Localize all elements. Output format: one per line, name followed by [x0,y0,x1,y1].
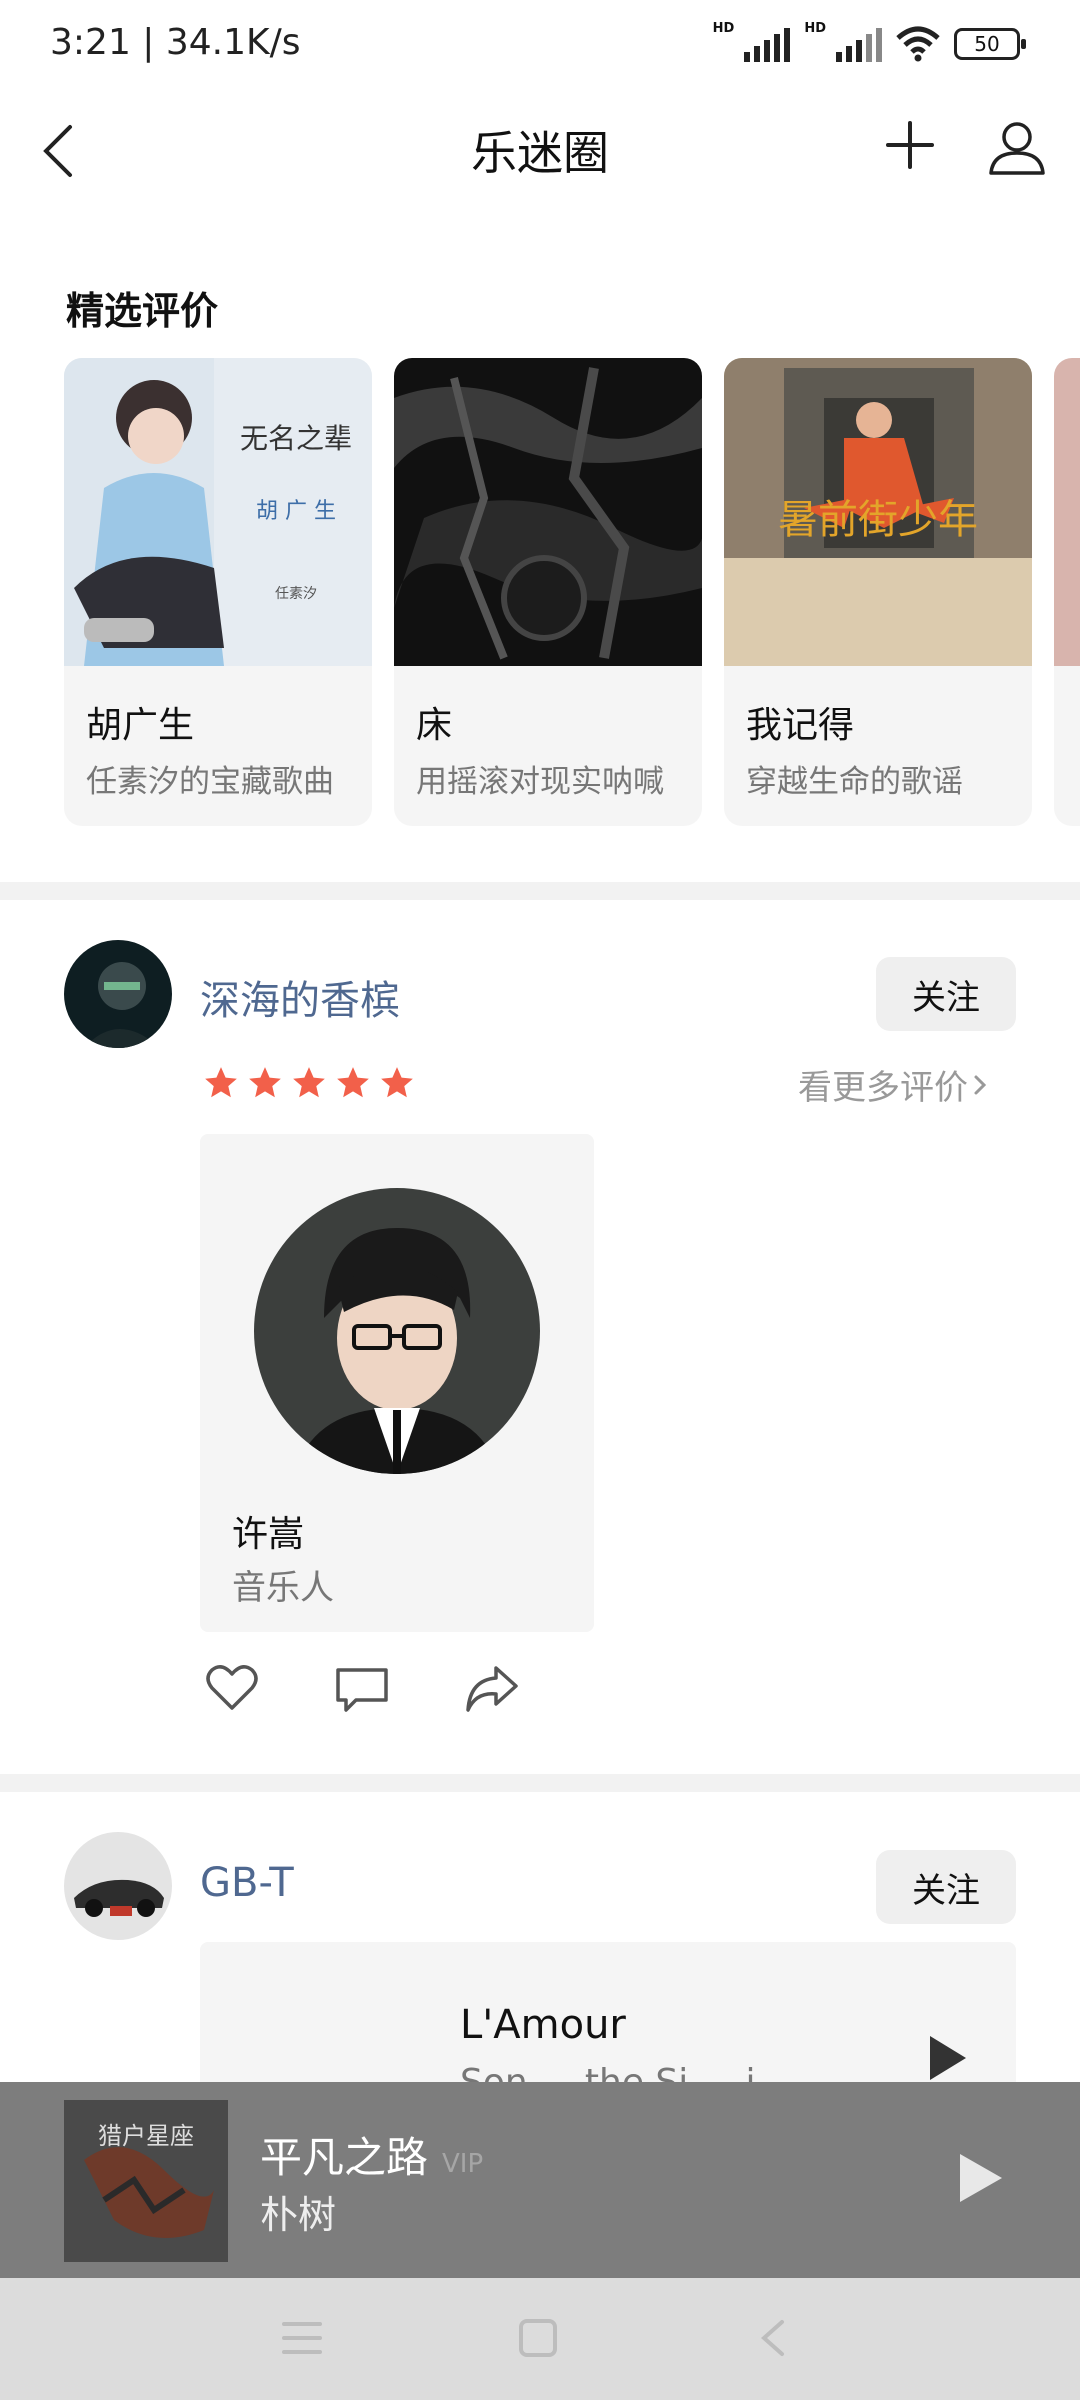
artist-name: 许嵩 [232,1514,305,1555]
album-cover-image: 无名之辈 胡 广 生 任素汐 [64,358,372,666]
card-title: 床 [416,705,453,746]
song-title: L'Amour [460,2002,626,2048]
username[interactable]: 深海的香槟 [200,968,400,1026]
artist-photo [254,1188,540,1474]
like-icon[interactable] [202,1658,262,1718]
card-subtitle: 用摇滚对现实呐喊 [416,764,664,800]
more-reviews-label: 看更多评价 [798,1068,968,1108]
follow-button[interactable]: 关注 [876,1850,1016,1924]
system-nav-bar [0,2278,1080,2400]
card-subtitle: 穿越生命的歌谣 [746,764,963,800]
player-play-icon[interactable] [956,2150,1006,2206]
artist-role: 音乐人 [232,1568,334,1608]
play-icon[interactable] [926,2032,970,2084]
player-cover: 猎户星座 [64,2100,228,2262]
svg-text:猎户星座: 猎户星座 [98,2122,194,2150]
signal-icon [744,26,791,62]
menu-icon[interactable] [280,2316,324,2360]
star-icon [381,1067,413,1098]
avatar[interactable] [64,940,172,1048]
status-bar: 3:21 | 34.1K/s HD HD 50 [0,0,1080,95]
featured-card[interactable]: 无名之辈 胡 广 生 任素汐 胡广生 任素汐的宝藏歌曲 [64,358,372,826]
wifi-icon [896,26,940,62]
album-cover-image: 暑前街少年 [724,358,1032,666]
player-artist: 朴树 [260,2193,337,2237]
vip-badge: VIP [442,2149,484,2179]
svg-text:任素汐: 任素汐 [275,586,317,602]
status-icons: HD HD 50 [713,21,1026,62]
player-title: 平凡之路 VIP [260,2124,483,2185]
svg-text:暑前街少年: 暑前街少年 [778,497,978,543]
featured-card[interactable]: 床 用摇滚对现实呐喊 [394,358,702,826]
comment-icon[interactable] [332,1658,392,1718]
star-rating [202,1064,416,1102]
star-icon [337,1067,369,1098]
featured-card-partial[interactable] [1054,358,1080,826]
avatar[interactable] [64,1832,172,1940]
star-icon [293,1067,325,1098]
more-reviews-link[interactable]: 看更多评价 [798,1060,992,1109]
section-title: 精选评价 [66,289,219,333]
follow-button[interactable]: 关注 [876,957,1016,1031]
star-icon [249,1067,281,1098]
home-icon[interactable] [516,2316,560,2360]
player-song-title: 平凡之路 [260,2133,429,2182]
section-divider [0,1774,1080,1792]
card-subtitle: 任素汐的宝藏歌曲 [86,764,334,800]
battery-icon: 50 [954,28,1026,60]
svg-text:无名之辈: 无名之辈 [240,422,352,455]
user-icon[interactable] [985,115,1049,179]
hd-badge: HD [712,20,735,36]
status-time: 3:21 | 34.1K/s [50,22,301,63]
star-icon [205,1067,237,1098]
chevron-right-icon [974,1075,987,1094]
header: 乐迷圈 [0,95,1080,205]
signal-icon [836,26,882,62]
add-icon[interactable] [880,115,940,175]
section-divider [0,882,1080,900]
svg-text:胡 广 生: 胡 广 生 [256,499,336,524]
hd-badge: HD [804,20,826,36]
card-title: 我记得 [746,705,855,746]
featured-card[interactable]: 暑前街少年 我记得 穿越生命的歌谣 [724,358,1032,826]
nav-back-icon[interactable] [752,2316,796,2360]
username[interactable]: GB-T [200,1860,294,1906]
share-icon[interactable] [462,1658,522,1718]
album-cover-image [394,358,702,666]
card-title: 胡广生 [86,705,195,746]
mini-player[interactable]: 猎户星座 平凡之路 VIP 朴树 [0,2082,1080,2278]
